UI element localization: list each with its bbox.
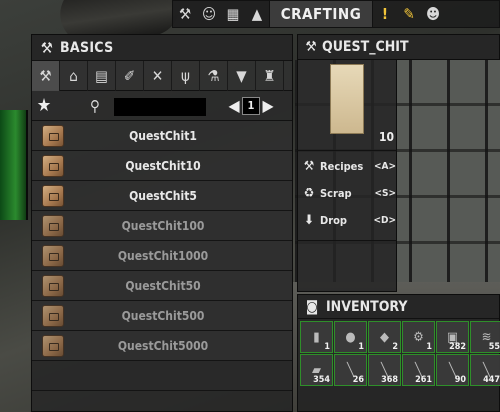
inventory-slot[interactable]: ╲ 368 xyxy=(368,354,401,386)
backpack-icon: ◙ xyxy=(305,298,319,315)
recipe-row-empty xyxy=(32,361,292,391)
item-preview-image xyxy=(330,64,364,134)
recycle-icon: ♻ xyxy=(303,185,315,201)
inventory-slot[interactable]: ⚙ 1 xyxy=(402,321,435,353)
category-tools-icon[interactable]: ✕ xyxy=(144,61,172,91)
recipe-name: QuestChit5 xyxy=(129,188,197,203)
character-icon[interactable]: ☺ xyxy=(197,1,221,27)
people-icon[interactable]: ☻ xyxy=(421,1,445,27)
drop-action-button[interactable]: ⬇ Drop <D> xyxy=(300,209,396,231)
hammer-icon: ⚒ xyxy=(303,158,315,174)
recipe-name: QuestChit10 xyxy=(125,158,201,173)
recipe-row[interactable]: QuestChit100 xyxy=(32,211,292,241)
category-house-icon[interactable]: ⌂ xyxy=(60,61,88,91)
inventory-slot[interactable]: ▣ 282 xyxy=(436,321,469,353)
tab-crafting[interactable]: CRAFTING xyxy=(269,1,373,27)
hammer-icon: ⚒ xyxy=(40,38,54,57)
divider xyxy=(297,150,397,151)
quest-chit-icon xyxy=(42,184,64,207)
inventory-slot[interactable]: ▮ 1 xyxy=(300,321,333,353)
recipe-name: QuestChit1 xyxy=(129,128,197,143)
scrap-action-button[interactable]: ♻ Scrap <S> xyxy=(300,182,396,204)
search-input[interactable] xyxy=(114,98,206,116)
search-row: ★ ⚲ ◀ 1 ▶ xyxy=(32,91,292,121)
inventory-slot[interactable]: ≋ 55 xyxy=(470,321,500,353)
inventory-title: INVENTORY xyxy=(326,298,408,315)
pot-icon: ● xyxy=(345,329,356,345)
prev-page-arrow-icon[interactable]: ◀ xyxy=(226,96,242,115)
inventory-slot[interactable]: ▰ 354 xyxy=(300,354,333,386)
search-icon: ⚲ xyxy=(90,97,100,115)
recipe-row[interactable]: QuestChit5000 xyxy=(32,331,292,361)
inventory-slot[interactable]: ╲ 447 xyxy=(470,354,500,386)
engine-icon: ⚙ xyxy=(413,329,424,345)
top-tab-bar: ⚒ ☺ ▦ ▲ CRAFTING ! ✎ ☻ xyxy=(172,0,500,28)
inventory-grid: ▮ 1 ● 1 ◆ 2 ⚙ 1 ▣ 282 ≋ 55 ▰ 354 ╲ 26 ╲ 368 ╲ 261 … xyxy=(298,319,500,388)
inventory-header: ◙ INVENTORY xyxy=(298,295,499,319)
recipe-row[interactable]: QuestChit1 xyxy=(32,121,292,151)
map-icon[interactable]: ▦ xyxy=(221,1,245,27)
quest-chit-icon xyxy=(42,244,64,267)
inventory-slot[interactable]: ● 1 xyxy=(334,321,367,353)
recipe-row[interactable]: QuestChit1000 xyxy=(32,241,292,271)
category-hammer-icon[interactable]: ⚒ xyxy=(32,61,60,91)
inventory-slot[interactable]: ╲ 261 xyxy=(402,354,435,386)
category-shirt-icon[interactable]: ▼ xyxy=(228,61,256,91)
inventory-panel: ◙ INVENTORY ▮ 1 ● 1 ◆ 2 ⚙ 1 ▣ 282 ≋ 55 ▰ 354 ╲ 2… xyxy=(297,294,500,412)
inventory-slot[interactable]: ╲ 26 xyxy=(334,354,367,386)
can-icon: ▮ xyxy=(313,329,320,345)
favorite-star-icon[interactable]: ★ xyxy=(32,95,56,116)
quest-chit-icon xyxy=(42,154,64,177)
item-header: ⚒ QUEST_CHIT xyxy=(297,34,500,60)
recipe-name: QuestChit100 xyxy=(121,218,205,233)
basics-panel: ⚒ BASICS ⚒ ⌂ ▤ ✐ ✕ ψ ⚗ ▼ ♜ ★ ⚲ ◀ 1 ▶ Que… xyxy=(31,34,293,412)
basics-title: BASICS xyxy=(60,39,114,56)
page-number: 1 xyxy=(242,96,260,115)
exclamation-icon[interactable]: ! xyxy=(373,1,397,27)
category-fork-icon[interactable]: ψ xyxy=(172,61,200,91)
recipe-name: QuestChit5000 xyxy=(117,338,209,353)
quest-chit-icon xyxy=(42,304,64,327)
quest-chit-icon xyxy=(42,124,64,147)
divider xyxy=(297,240,397,241)
next-page-arrow-icon[interactable]: ▶ xyxy=(260,96,276,115)
recipe-row[interactable]: QuestChit5 xyxy=(32,181,292,211)
rock-icon: ◆ xyxy=(380,329,389,345)
recipes-action-button[interactable]: ⚒ Recipes <A> xyxy=(300,155,396,177)
hammer-icon: ⚒ xyxy=(305,39,317,55)
category-syringe-icon[interactable]: ✐ xyxy=(116,61,144,91)
item-title: QUEST_CHIT xyxy=(322,39,409,55)
category-flask-icon[interactable]: ⚗ xyxy=(200,61,228,91)
category-chair-icon[interactable]: ♜ xyxy=(256,61,284,91)
item-count: 10 xyxy=(378,130,394,144)
recipe-name: QuestChit50 xyxy=(125,278,201,293)
graduation-cap-icon[interactable]: ▲ xyxy=(245,1,269,27)
recipe-name: QuestChit1000 xyxy=(117,248,209,263)
pencil-icon[interactable]: ✎ xyxy=(397,1,421,27)
inventory-slot[interactable]: ╲ 90 xyxy=(436,354,469,386)
pager: ◀ 1 ▶ xyxy=(226,96,276,115)
quest-chit-icon xyxy=(42,214,64,237)
background-green-crate xyxy=(0,110,28,220)
recipe-row[interactable]: QuestChit10 xyxy=(32,151,292,181)
category-bar: ⚒ ⌂ ▤ ✐ ✕ ψ ⚗ ▼ ♜ xyxy=(32,61,292,91)
quest-chit-icon xyxy=(42,334,64,357)
inventory-slot[interactable]: ◆ 2 xyxy=(368,321,401,353)
quest-chit-icon xyxy=(42,274,64,297)
basics-header: ⚒ BASICS xyxy=(32,35,292,61)
recipe-row[interactable]: QuestChit500 xyxy=(32,301,292,331)
recipe-name: QuestChit500 xyxy=(121,308,205,323)
arrow-down-icon: ⬇ xyxy=(304,212,314,228)
hammer-icon[interactable]: ⚒ xyxy=(173,1,197,27)
category-bricks-icon[interactable]: ▤ xyxy=(88,61,116,91)
recipe-row[interactable]: QuestChit50 xyxy=(32,271,292,301)
